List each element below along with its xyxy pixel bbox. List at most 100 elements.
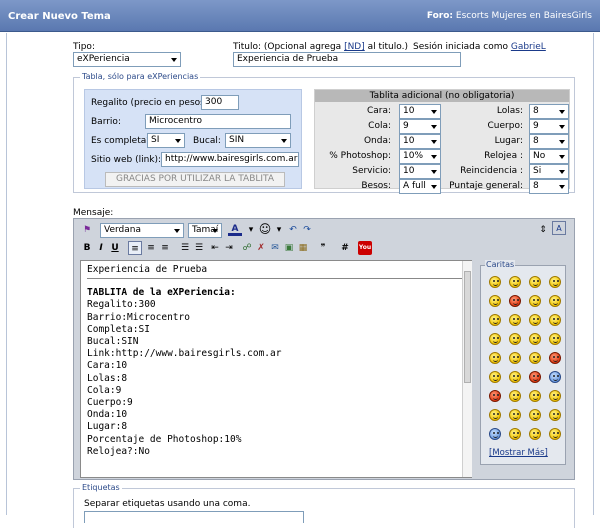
youtube-icon[interactable]: You — [358, 241, 372, 255]
font-select[interactable]: Verdana — [100, 223, 184, 238]
twisted-icon[interactable] — [509, 352, 521, 364]
applause-icon[interactable] — [549, 390, 561, 402]
photoshop-select[interactable]: 10% — [399, 149, 441, 164]
drool-icon[interactable] — [529, 409, 541, 421]
cola-select[interactable]: 9 — [399, 119, 441, 134]
rolleyes-icon[interactable] — [529, 333, 541, 345]
happy-icon[interactable] — [489, 295, 501, 307]
cuerpo-select[interactable]: 9 — [529, 119, 569, 134]
regalito-input[interactable]: 300 — [201, 95, 239, 110]
relojea-select[interactable]: No — [529, 149, 569, 164]
laugh-icon[interactable] — [529, 314, 541, 326]
shy-icon[interactable] — [509, 428, 521, 440]
razz-icon[interactable] — [489, 371, 501, 383]
surprised-icon[interactable] — [509, 314, 521, 326]
forum-name[interactable]: Escorts Mujeres en BairesGirls — [456, 11, 592, 21]
tongue-icon[interactable] — [549, 314, 561, 326]
thinking-icon[interactable] — [509, 390, 521, 402]
cry-icon[interactable] — [549, 333, 561, 345]
completa-select[interactable]: SI — [147, 133, 185, 148]
smiley-chevron-down-icon[interactable]: ▾ — [272, 223, 286, 237]
bold-icon[interactable]: B — [80, 241, 94, 255]
cool-icon[interactable] — [529, 295, 541, 307]
session-user-link[interactable]: GabrieL — [511, 42, 546, 52]
undo-icon[interactable]: ↶ — [286, 223, 300, 237]
sick-icon[interactable] — [549, 371, 561, 383]
cold-icon[interactable] — [489, 428, 501, 440]
message-scrollbar[interactable] — [462, 261, 472, 477]
angry-icon[interactable] — [509, 295, 521, 307]
underline-icon[interactable]: U — [108, 241, 122, 255]
switch-mode-icon[interactable]: A — [552, 221, 566, 235]
smile-icon[interactable] — [549, 276, 561, 288]
titulo-input[interactable]: Experiencia de Prueba — [233, 52, 461, 67]
barrio-input[interactable]: Microcentro — [145, 114, 291, 129]
lolas-select[interactable]: 8 — [529, 104, 569, 119]
unlink-icon[interactable]: ✗ — [254, 241, 268, 255]
message-textarea[interactable]: Experiencia de Prueba TABLITA de la eXPe… — [80, 260, 472, 478]
cara-select[interactable]: 10 — [399, 104, 441, 119]
reincidencia-select[interactable]: Si — [529, 164, 569, 179]
resize-icon[interactable]: ⇕ — [536, 223, 550, 237]
etiquetas-input[interactable] — [84, 511, 304, 523]
smiley-icon[interactable]: ☺ — [258, 222, 272, 236]
size-select[interactable]: Tamaí — [188, 223, 222, 238]
besos-value: A full — [403, 181, 426, 191]
scrollbar-thumb[interactable] — [464, 271, 471, 383]
align-right-icon[interactable]: ≡ — [158, 241, 172, 255]
tabla-box: Regalito (precio en pesos): 300 Barrio: … — [84, 89, 302, 189]
devil-icon[interactable] — [489, 390, 501, 402]
tipo-select[interactable]: eXPeriencia — [73, 52, 181, 67]
hug-icon[interactable] — [549, 409, 561, 421]
confused-icon[interactable] — [529, 276, 541, 288]
outdent-icon[interactable]: ⇤ — [208, 241, 222, 255]
lol-icon[interactable] — [509, 409, 521, 421]
besos-select[interactable]: A full — [399, 179, 441, 194]
evil-icon[interactable] — [489, 352, 501, 364]
redo-icon[interactable]: ↷ — [300, 223, 314, 237]
hash-icon[interactable]: # — [338, 241, 352, 255]
link-icon[interactable]: ☍ — [240, 241, 254, 255]
ordered-list-icon[interactable]: ☰ — [178, 241, 192, 255]
email-icon[interactable]: ✉ — [268, 241, 282, 255]
sitio-input[interactable]: http://www.bairesgirls.com.ar — [161, 152, 299, 167]
mad-icon[interactable] — [549, 352, 561, 364]
wink-icon[interactable] — [549, 295, 561, 307]
kiss-icon[interactable] — [529, 390, 541, 402]
grin-icon[interactable] — [509, 276, 521, 288]
onda-select[interactable]: 10 — [399, 134, 441, 149]
chevron-down-icon — [171, 58, 177, 62]
shock-icon[interactable] — [509, 371, 521, 383]
text-color-icon[interactable]: A — [228, 222, 242, 236]
photoshop-value: 10% — [403, 151, 424, 161]
image-icon[interactable]: ▣ — [282, 241, 296, 255]
sad-icon[interactable] — [489, 314, 501, 326]
align-left-icon[interactable]: ≡ — [128, 241, 142, 255]
biggrin-icon[interactable] — [489, 409, 501, 421]
smiley-icon[interactable] — [489, 276, 501, 288]
lugar-select[interactable]: 8 — [529, 134, 569, 149]
thanks-button[interactable]: GRACIAS POR UTILIZAR LA TABLITA — [105, 172, 285, 187]
mostrar-mas-link[interactable]: [Mostrar Más] — [489, 448, 548, 458]
neutral-icon[interactable] — [489, 333, 501, 345]
message-line: Completa:SI — [87, 323, 150, 335]
color-chevron-down-icon[interactable]: ▾ — [244, 223, 258, 237]
puntaje-value: 8 — [533, 181, 539, 191]
eek-icon[interactable] — [509, 333, 521, 345]
italic-icon[interactable]: I — [94, 241, 108, 255]
quote-icon[interactable]: ❞ — [316, 241, 330, 255]
unordered-list-icon[interactable]: ☰ — [192, 241, 206, 255]
puntaje-select[interactable]: 8 — [529, 179, 569, 194]
whistle-icon[interactable] — [529, 428, 541, 440]
embarrassed-icon[interactable] — [529, 371, 541, 383]
idea-icon[interactable] — [529, 352, 541, 364]
video-icon[interactable]: ▦ — [296, 241, 310, 255]
align-center-icon[interactable]: ≡ — [144, 241, 158, 255]
nd-link[interactable]: [ND] — [344, 42, 365, 52]
format-icon[interactable]: ⚑ — [80, 223, 94, 237]
indent-icon[interactable]: ⇥ — [222, 241, 236, 255]
bucal-select[interactable]: SIN — [225, 133, 291, 148]
sleep-icon[interactable] — [549, 428, 561, 440]
relojea-value: No — [533, 151, 546, 161]
servicio-select[interactable]: 10 — [399, 164, 441, 179]
